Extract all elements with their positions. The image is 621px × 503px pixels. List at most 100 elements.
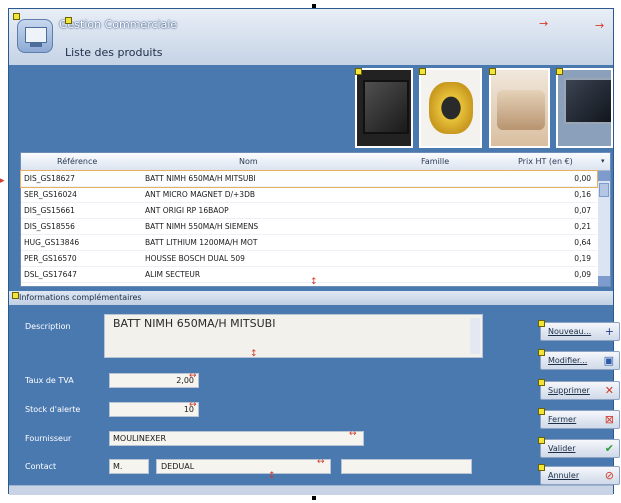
table-body: DIS_GS18627 BATT NIMH 650MA/H MITSUBI 0,… bbox=[20, 170, 598, 283]
scroll-up-button[interactable] bbox=[598, 171, 610, 181]
table-row[interactable]: DSL_GS17647 ALIM SECTEUR 0,09 bbox=[21, 267, 597, 283]
cell-prix: 0,00 bbox=[574, 174, 591, 183]
description-scrollbar[interactable] bbox=[470, 318, 480, 354]
cell-nom: HOUSSE BOSCH DUAL 509 bbox=[145, 254, 245, 263]
check-icon: ✔ bbox=[604, 442, 614, 455]
annuler-label: Annuler bbox=[548, 471, 580, 480]
supprimer-button[interactable]: Supprimer ✕ bbox=[540, 381, 620, 400]
nouveau-button[interactable]: Nouveau... + bbox=[540, 322, 620, 341]
cell-prix: 0,07 bbox=[574, 206, 591, 215]
anchor-arrow-icon: ↔ bbox=[189, 400, 197, 410]
save-icon: ▣ bbox=[603, 354, 614, 367]
fermer-button[interactable]: Fermer ⊠ bbox=[540, 410, 620, 429]
handle-marker bbox=[312, 496, 316, 500]
modifier-button[interactable]: Modifier... ▣ bbox=[540, 351, 620, 370]
anchor-marker bbox=[419, 68, 426, 75]
nouveau-label: Nouveau... bbox=[548, 327, 592, 336]
fournisseur-value: MOULINEXER bbox=[113, 434, 167, 443]
section-title: Informations complémentaires bbox=[19, 293, 142, 302]
arrow-right-icon: → bbox=[595, 19, 605, 32]
table-header: Référence Nom Famille Prix HT (en €) ▾ bbox=[21, 153, 610, 171]
computer-icon bbox=[17, 19, 53, 53]
sort-down-icon[interactable]: ▾ bbox=[601, 157, 605, 165]
status-bar bbox=[9, 485, 613, 495]
description-label: Description bbox=[25, 322, 71, 331]
product-thumbnail-tv[interactable] bbox=[355, 68, 413, 148]
cell-reference: SER_GS16024 bbox=[24, 190, 77, 199]
product-thumbnail-accessory[interactable] bbox=[419, 68, 482, 148]
contact-name-field[interactable]: DEDUAL bbox=[156, 459, 331, 474]
cell-prix: 0,21 bbox=[574, 222, 591, 231]
app-title: Gestion Commerciale bbox=[59, 18, 178, 31]
fournisseur-field[interactable]: MOULINEXER bbox=[109, 431, 364, 446]
cell-prix: 0,09 bbox=[574, 270, 591, 279]
cell-nom: ANT ORIGI RP 16BAOP bbox=[145, 206, 229, 215]
table-row[interactable]: DIS_GS18627 BATT NIMH 650MA/H MITSUBI 0,… bbox=[20, 170, 598, 188]
row-pointer-icon: ▸ bbox=[0, 176, 5, 186]
modifier-label: Modifier... bbox=[548, 356, 588, 365]
anchor-arrow-icon: ↕ bbox=[250, 349, 258, 359]
contact-civility-value: M. bbox=[113, 462, 123, 471]
page-subtitle: Liste des produits bbox=[65, 46, 163, 59]
anchor-arrow-icon: ↕ bbox=[268, 471, 276, 481]
cell-nom: ALIM SECTEUR bbox=[145, 270, 201, 279]
section-header: Informations complémentaires bbox=[9, 291, 613, 305]
cell-reference: DIS_GS18627 bbox=[24, 174, 75, 183]
cell-nom: ANT MICRO MAGNET D/+3DB bbox=[145, 190, 255, 199]
cell-prix: 0,16 bbox=[574, 190, 591, 199]
close-icon: ⊠ bbox=[604, 413, 614, 426]
cell-nom: BATT NIMH 650MA/H MITSUBI bbox=[145, 174, 256, 183]
contact-extra-field[interactable] bbox=[341, 459, 472, 474]
main-window: Gestion Commerciale Liste des produits →… bbox=[8, 8, 620, 495]
anchor-marker bbox=[556, 68, 563, 75]
column-header-famille[interactable]: Famille bbox=[421, 157, 449, 166]
anchor-marker bbox=[538, 320, 545, 327]
cell-reference: DSL_GS17647 bbox=[24, 270, 77, 279]
cell-reference: DIS_GS15661 bbox=[24, 206, 75, 215]
arrow-right-icon: → bbox=[539, 17, 549, 30]
delete-x-icon: ✕ bbox=[604, 384, 614, 397]
taux-label: Taux de TVA bbox=[25, 376, 74, 385]
table-row[interactable]: DIS_GS15661 ANT ORIGI RP 16BAOP 0,07 bbox=[21, 203, 597, 219]
products-table: Référence Nom Famille Prix HT (en €) ▾ D… bbox=[20, 152, 611, 287]
table-row[interactable]: PER_GS16570 HOUSSE BOSCH DUAL 509 0,19 bbox=[21, 251, 597, 267]
supprimer-label: Supprimer bbox=[548, 386, 590, 395]
column-header-nom[interactable]: Nom bbox=[239, 157, 258, 166]
cell-prix: 0,64 bbox=[574, 238, 591, 247]
anchor-marker bbox=[355, 68, 362, 75]
fermer-label: Fermer bbox=[548, 415, 577, 424]
stock-field[interactable]: 10 bbox=[109, 402, 199, 417]
scroll-thumb[interactable] bbox=[599, 183, 609, 197]
anchor-arrow-icon: ↔ bbox=[317, 457, 325, 467]
table-row[interactable]: SER_GS16024 ANT MICRO MAGNET D/+3DB 0,16 bbox=[21, 187, 597, 203]
taux-field[interactable]: 2,00 bbox=[109, 373, 199, 388]
table-row[interactable]: DIS_GS18556 BATT NIMH 550MA/H SIEMENS 0,… bbox=[21, 219, 597, 235]
product-thumbnail-sofa[interactable] bbox=[489, 68, 550, 148]
anchor-marker bbox=[538, 379, 545, 386]
description-value: BATT NIMH 650MA/H MITSUBI bbox=[113, 317, 276, 330]
description-field[interactable]: BATT NIMH 650MA/H MITSUBI bbox=[104, 314, 483, 358]
table-row[interactable]: HUG_GS13846 BATT LITHIUM 1200MA/H MOT 0,… bbox=[21, 235, 597, 251]
column-header-reference[interactable]: Référence bbox=[57, 157, 97, 166]
handle-marker bbox=[312, 4, 316, 8]
contact-label: Contact bbox=[25, 462, 57, 471]
cell-prix: 0,19 bbox=[574, 254, 591, 263]
scroll-down-button[interactable] bbox=[598, 276, 610, 286]
fournisseur-label: Fournisseur bbox=[25, 434, 72, 443]
cancel-icon: ⊘ bbox=[604, 469, 614, 482]
anchor-arrow-icon: ↔ bbox=[189, 371, 197, 381]
anchor-marker bbox=[489, 68, 496, 75]
product-thumbnail-monitor[interactable] bbox=[556, 68, 613, 148]
window-header: Gestion Commerciale Liste des produits →… bbox=[9, 9, 613, 65]
annuler-button[interactable]: Annuler ⊘ bbox=[540, 466, 620, 485]
cell-reference: PER_GS16570 bbox=[24, 254, 77, 263]
stock-label: Stock d'alerte bbox=[25, 405, 81, 414]
anchor-arrow-icon: ↕ bbox=[310, 277, 318, 287]
column-header-prix[interactable]: Prix HT (en €) bbox=[518, 157, 573, 166]
anchor-marker bbox=[65, 17, 72, 24]
anchor-marker bbox=[538, 408, 545, 415]
anchor-arrow-icon: ↔ bbox=[349, 429, 357, 439]
table-scrollbar[interactable] bbox=[598, 171, 610, 286]
contact-civility-field[interactable]: M. bbox=[109, 459, 149, 474]
valider-button[interactable]: Valider ✔ bbox=[540, 439, 620, 458]
